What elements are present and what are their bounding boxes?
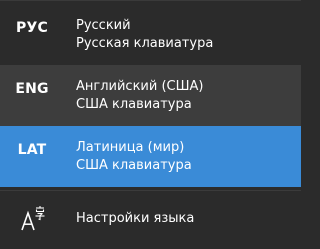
language-settings-icon [21,206,45,231]
language-code: ENG [15,81,49,97]
language-item-english-us[interactable]: ENG Английский (США) США клавиатура [0,65,301,126]
keyboard-layout-name: Русская клавиатура [76,36,214,51]
keyboard-layout-name: США клавиатура [76,158,192,173]
language-code: LAT [17,142,47,158]
keyboard-layout-name: США клавиатура [76,97,192,112]
language-settings-link[interactable]: Настройки языка [0,191,301,249]
language-item-latin-world[interactable]: LAT Латиница (мир) США клавиатура [0,126,301,187]
input-language-flyout: РУС Русский Русская клавиатура ENG Англи… [0,0,301,249]
language-name: Английский (США) [76,79,204,94]
language-code: РУС [16,20,48,36]
language-settings-label: Настройки языка [76,211,195,226]
language-name: Русский [76,18,131,33]
language-item-russian[interactable]: РУС Русский Русская клавиатура [0,4,301,65]
language-name: Латиница (мир) [76,140,185,155]
